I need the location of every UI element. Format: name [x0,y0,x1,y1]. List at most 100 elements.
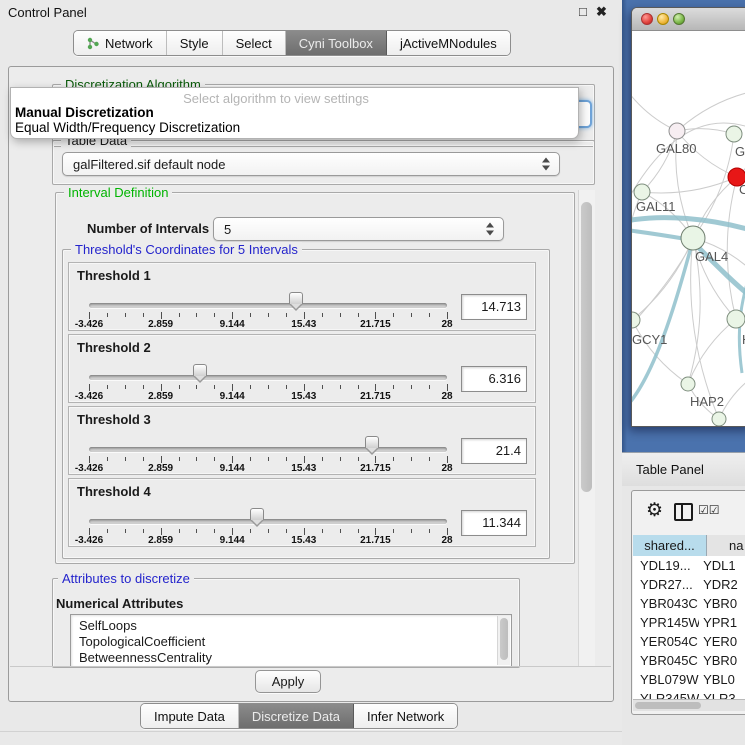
slider-tick-label: 28 [441,391,452,402]
tab-infer-network[interactable]: Infer Network [354,704,457,728]
close-traffic-light-icon[interactable] [641,13,653,25]
network-node-HAP2[interactable] [681,377,695,391]
table-cell: YLR345W [633,689,699,699]
slider-thumb[interactable] [365,436,379,448]
split-columns-icon[interactable] [674,503,693,521]
combo-stepper-icon [486,223,495,236]
number-of-intervals-value: 5 [224,222,231,237]
slider-major-tick [375,528,376,535]
slider-major-tick [232,456,233,463]
table-column-header[interactable]: na [707,535,745,556]
tab-network[interactable]: Network [74,31,167,55]
slider-tick-label: 9.144 [220,319,245,330]
slider-tick-label: 2.859 [148,463,173,474]
minimize-traffic-light-icon[interactable] [657,13,669,25]
table-row[interactable]: YER054CYER0 [633,632,745,651]
network-icon [87,37,100,50]
slider-minor-tick [250,529,251,533]
slider-minor-tick [250,457,251,461]
network-node-node-9[interactable] [712,412,726,426]
slider-thumb[interactable] [250,508,264,520]
slider-track[interactable] [89,519,447,524]
tab-label: Select [236,36,272,51]
attributes-group-title: Attributes to discretize [58,571,194,586]
table-row[interactable]: YBR043CYBR0 [633,594,745,613]
slider-minor-tick [393,457,394,461]
slider-thumb[interactable] [289,292,303,304]
slider-thumb[interactable] [193,364,207,376]
slider-track[interactable] [89,447,447,452]
network-window-titlebar[interactable] [632,8,745,31]
slider-minor-tick [107,313,108,317]
table-column-header[interactable]: shared... [633,535,707,556]
table-row[interactable]: YLR345WYLR3 [633,689,745,699]
slider-minor-tick [250,313,251,317]
attributes-scrollbar-track[interactable] [497,616,510,665]
threshold-value-field[interactable]: 21.4 [461,438,527,464]
network-node-GAL80[interactable] [669,123,685,139]
tab-label: Impute Data [154,709,225,724]
table-row[interactable]: YPR145WYPR1 [633,613,745,632]
slider-track[interactable] [89,375,447,380]
slider-major-tick [304,384,305,391]
slider-track[interactable] [89,303,447,308]
tab-label: Network [105,36,153,51]
tab-style[interactable]: Style [167,31,223,55]
select-columns-icons[interactable]: ☑☑ [698,503,720,517]
top-tab-bar: Network Style Select Cyni ToolboxjActiveMNo… [73,30,511,56]
number-of-intervals-combobox[interactable]: 5 [213,217,504,241]
attribute-item[interactable]: TopologicalCoefficient [71,634,511,650]
slider-major-tick [375,456,376,463]
table-row[interactable]: YBL079WYBL0 [633,670,745,689]
network-node-GAL4[interactable] [681,226,705,250]
apply-button[interactable]: Apply [255,670,321,693]
gear-icon[interactable]: ⚙ [646,499,663,522]
network-canvas[interactable]: GAL80GACGAL11GAL4GCY1HHAP2 [632,31,745,426]
network-node-node-2[interactable] [726,126,742,142]
zoom-traffic-light-icon[interactable] [673,13,685,25]
threshold-value-field[interactable]: 6.316 [461,366,527,392]
slider-minor-tick [143,457,144,461]
table-panel-header: Table Panel [622,452,745,487]
attributes-scrollbar-thumb[interactable] [500,618,508,660]
slider-minor-tick [340,457,341,461]
table-hscrollbar-thumb[interactable] [635,702,701,709]
slider-tick-label: 21.715 [360,463,391,474]
tab-jactivemnodules[interactable]: jActiveMNodules [387,31,510,55]
slider-minor-tick [411,529,412,533]
slider-minor-tick [393,529,394,533]
network-node-node-H[interactable] [727,310,745,328]
table-cell: YBL079W [633,670,699,689]
close-icon[interactable]: ✖ [596,5,607,19]
attribute-item[interactable]: SelfLoops [71,618,511,634]
panel-scrollbar-thumb[interactable] [581,202,592,492]
table-row[interactable]: YBR045CYBR0 [633,651,745,670]
panel-scrollbar-track[interactable] [578,190,595,666]
network-node-GAL11[interactable] [634,184,650,200]
algorithm-option-manual[interactable]: Manual Discretization [15,105,154,120]
table-row[interactable]: YDL19...YDL1 [633,556,745,575]
slider-major-tick [232,384,233,391]
tab-impute-data[interactable]: Impute Data [141,704,239,728]
network-node-label: GCY1 [632,332,667,347]
slider-major-tick [375,384,376,391]
tab-discretize-data[interactable]: Discretize Data [239,704,354,728]
threshold-value-field[interactable]: 14.713 [461,294,527,320]
tab-cyni-toolbox[interactable]: Cyni Toolbox [286,31,387,55]
threshold-value-field[interactable]: 11.344 [461,510,527,536]
slider-minor-tick [286,313,287,317]
attribute-item[interactable]: BetweennessCentrality [71,650,511,666]
float-window-icon[interactable]: □ [579,5,587,19]
table-row[interactable]: YDR27...YDR2 [633,575,745,594]
table-cell: YLR3 [699,689,745,699]
table-hscrollbar-track[interactable] [633,699,745,711]
algorithm-option-equal-width[interactable]: Equal Width/Frequency Discretization [15,120,240,135]
slider-minor-tick [429,529,430,533]
slider-minor-tick [179,385,180,389]
table-cell: YBR0 [699,594,745,613]
network-view-window: GAL80GACGAL11GAL4GCY1HHAP2 [631,7,745,427]
tab-select[interactable]: Select [223,31,286,55]
table-data-combobox[interactable]: galFiltered.sif default node [62,152,560,176]
slider-major-tick [375,312,376,319]
numerical-attributes-list[interactable]: SelfLoopsTopologicalCoefficientBetweenne… [70,614,512,667]
